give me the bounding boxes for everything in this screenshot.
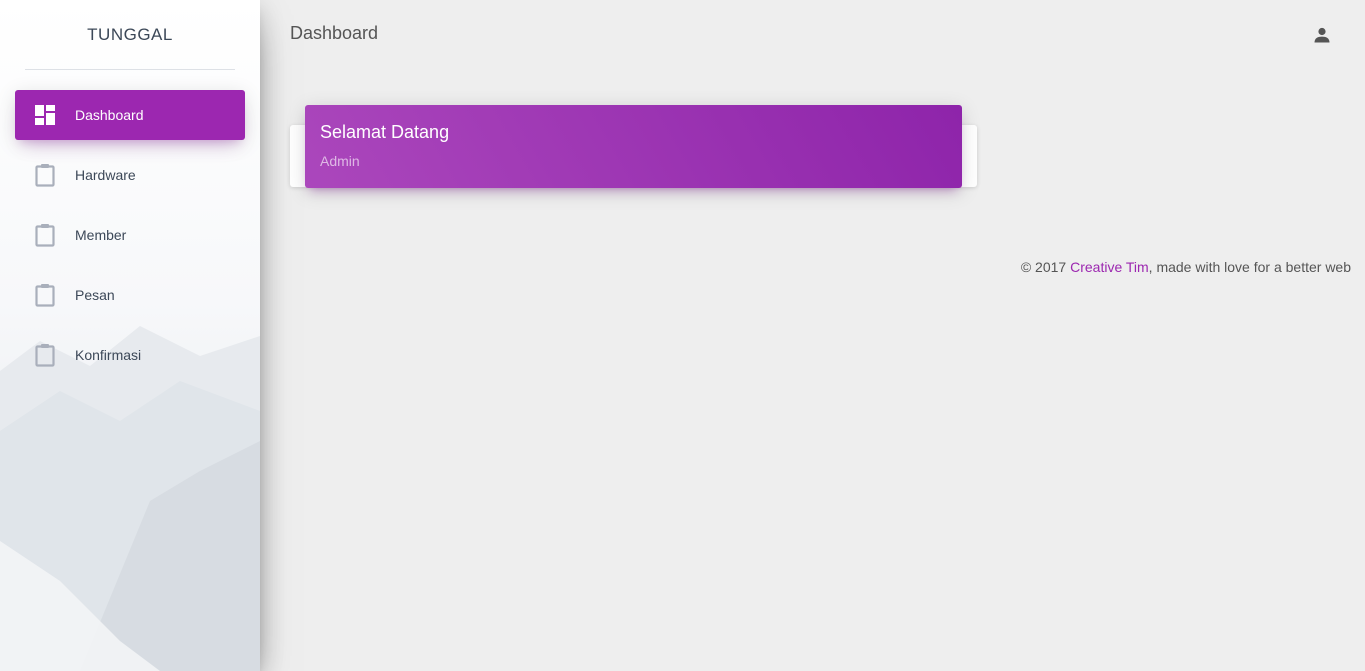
- sidebar-item-label: Hardware: [75, 167, 136, 183]
- footer-copyright: © 2017: [1020, 259, 1071, 275]
- footer-tagline: , made with love for a better web: [1148, 259, 1351, 275]
- clipboard-icon: [33, 163, 57, 187]
- clipboard-icon: [33, 223, 57, 247]
- clipboard-icon: [33, 343, 57, 367]
- welcome-title: Selamat Datang: [320, 122, 450, 142]
- sidebar: TUNGGAL Dashboard Hardware Member Pesan …: [0, 0, 260, 671]
- sidebar-nav: Dashboard Hardware Member Pesan Konfirma…: [15, 90, 245, 390]
- clipboard-icon: [33, 283, 57, 307]
- sidebar-item-konfirmasi[interactable]: Konfirmasi: [15, 330, 245, 380]
- sidebar-item-label: Pesan: [75, 287, 115, 303]
- sidebar-item-pesan[interactable]: Pesan: [15, 270, 245, 320]
- welcome-card-header: Selamat Datang Admin: [305, 105, 962, 188]
- welcome-subtitle: Admin: [320, 153, 360, 169]
- dashboard-icon: [33, 103, 57, 127]
- brand-logo[interactable]: TUNGGAL: [25, 0, 235, 70]
- top-navbar: Dashboard: [260, 0, 1365, 70]
- footer: © 2017 Creative Tim, made with love for …: [1021, 259, 1351, 275]
- page-title[interactable]: Dashboard: [290, 23, 378, 44]
- footer-creative-tim-link[interactable]: Creative Tim: [1070, 259, 1149, 275]
- main-panel: Dashboard Selamat Datang Admin © 2017 Cr…: [260, 0, 1365, 671]
- person-icon[interactable]: [1309, 22, 1335, 48]
- sidebar-item-label: Dashboard: [75, 107, 144, 123]
- sidebar-item-label: Konfirmasi: [75, 347, 142, 363]
- sidebar-item-member[interactable]: Member: [15, 210, 245, 260]
- sidebar-item-dashboard[interactable]: Dashboard: [15, 90, 245, 140]
- sidebar-item-hardware[interactable]: Hardware: [15, 150, 245, 200]
- sidebar-item-label: Member: [75, 227, 127, 243]
